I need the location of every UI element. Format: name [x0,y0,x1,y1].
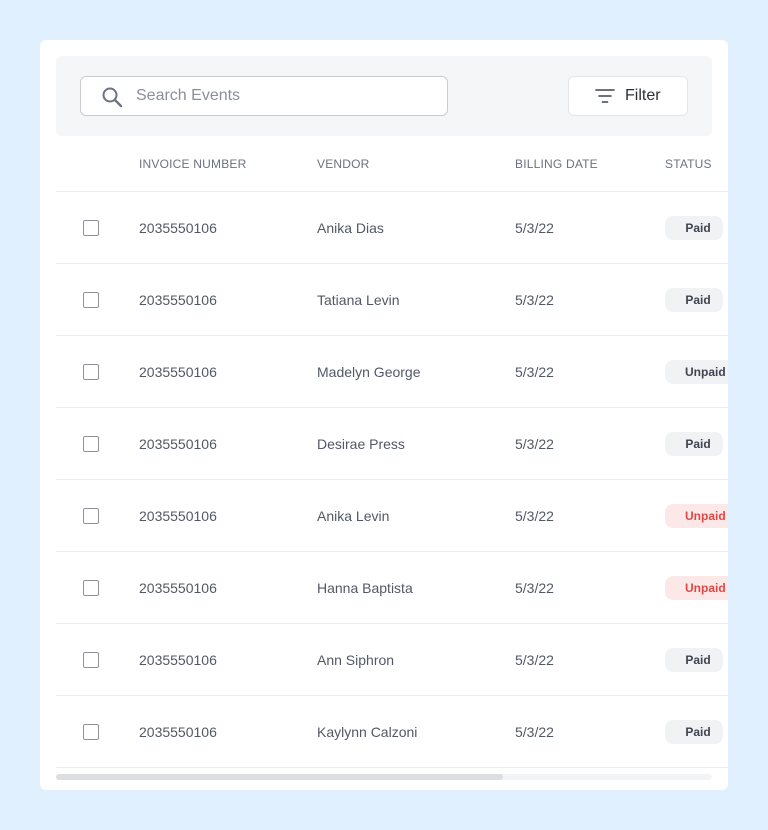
billing-date-cell: 5/3/22 [515,292,554,308]
vendor-cell: Ann Siphron [317,652,395,668]
search-box[interactable] [80,76,448,116]
invoice-number-cell: 2035550106 [139,580,217,596]
vendor-cell: Kaylynn Calzoni [317,724,418,740]
billing-date-cell: 5/3/22 [515,652,554,668]
invoice-number-cell: 2035550106 [139,436,217,452]
status-badge: Unpaid [665,576,728,600]
column-header-invoice-number[interactable]: INVOICE NUMBER [139,157,246,171]
row-checkbox[interactable] [83,508,99,524]
billing-date-cell: 5/3/22 [515,436,554,452]
status-badge: Unpaid [665,360,728,384]
scrollbar-thumb[interactable] [56,774,503,780]
table-row[interactable]: 2035550106 Anika Levin 5/3/22 Unpaid [56,480,728,552]
row-checkbox[interactable] [83,652,99,668]
search-input[interactable] [136,77,436,115]
vendor-cell: Anika Levin [317,508,390,524]
column-header-billing-date[interactable]: BILLING DATE [515,157,598,171]
search-icon [101,86,123,108]
status-badge: Paid [665,288,723,312]
table-toolbar: Filter [56,56,712,136]
billing-date-cell: 5/3/22 [515,724,554,740]
invoice-table: INVOICE NUMBER VENDOR BILLING DATE STATU… [56,136,728,768]
table-row[interactable]: 2035550106 Desirae Press 5/3/22 Paid [56,408,728,480]
table-row[interactable]: 2035550106 Anika Dias 5/3/22 Paid [56,192,728,264]
billing-date-cell: 5/3/22 [515,364,554,380]
status-badge: Unpaid [665,504,728,528]
filter-button-label: Filter [625,87,661,104]
invoice-number-cell: 2035550106 [139,652,217,668]
row-checkbox[interactable] [83,220,99,236]
column-header-status[interactable]: STATUS [665,157,712,171]
table-row[interactable]: 2035550106 Hanna Baptista 5/3/22 Unpaid [56,552,728,624]
status-badge: Paid [665,648,723,672]
row-checkbox[interactable] [83,724,99,740]
table-row[interactable]: 2035550106 Kaylynn Calzoni 5/3/22 Paid [56,696,728,768]
invoice-number-cell: 2035550106 [139,508,217,524]
row-checkbox[interactable] [83,292,99,308]
invoice-number-cell: 2035550106 [139,220,217,236]
row-checkbox[interactable] [83,580,99,596]
invoice-table-card: Filter INVOICE NUMBER VENDOR BILLING DAT… [40,40,728,790]
status-badge: Paid [665,216,723,240]
row-checkbox[interactable] [83,436,99,452]
vendor-cell: Hanna Baptista [317,580,413,596]
filter-button[interactable]: Filter [568,76,688,116]
horizontal-scrollbar[interactable] [56,774,712,780]
invoice-number-cell: 2035550106 [139,724,217,740]
vendor-cell: Desirae Press [317,436,405,452]
table-row[interactable]: 2035550106 Tatiana Levin 5/3/22 Paid [56,264,728,336]
vendor-cell: Tatiana Levin [317,292,400,308]
invoice-number-cell: 2035550106 [139,364,217,380]
vendor-cell: Anika Dias [317,220,384,236]
vendor-cell: Madelyn George [317,364,421,380]
filter-icon [595,88,615,104]
billing-date-cell: 5/3/22 [515,220,554,236]
status-badge: Paid [665,432,723,456]
row-checkbox[interactable] [83,364,99,380]
status-badge: Paid [665,720,723,744]
column-header-vendor[interactable]: VENDOR [317,157,370,171]
table-row[interactable]: 2035550106 Ann Siphron 5/3/22 Paid [56,624,728,696]
invoice-number-cell: 2035550106 [139,292,217,308]
billing-date-cell: 5/3/22 [515,508,554,524]
table-row[interactable]: 2035550106 Madelyn George 5/3/22 Unpaid [56,336,728,408]
billing-date-cell: 5/3/22 [515,580,554,596]
table-header: INVOICE NUMBER VENDOR BILLING DATE STATU… [56,136,728,192]
